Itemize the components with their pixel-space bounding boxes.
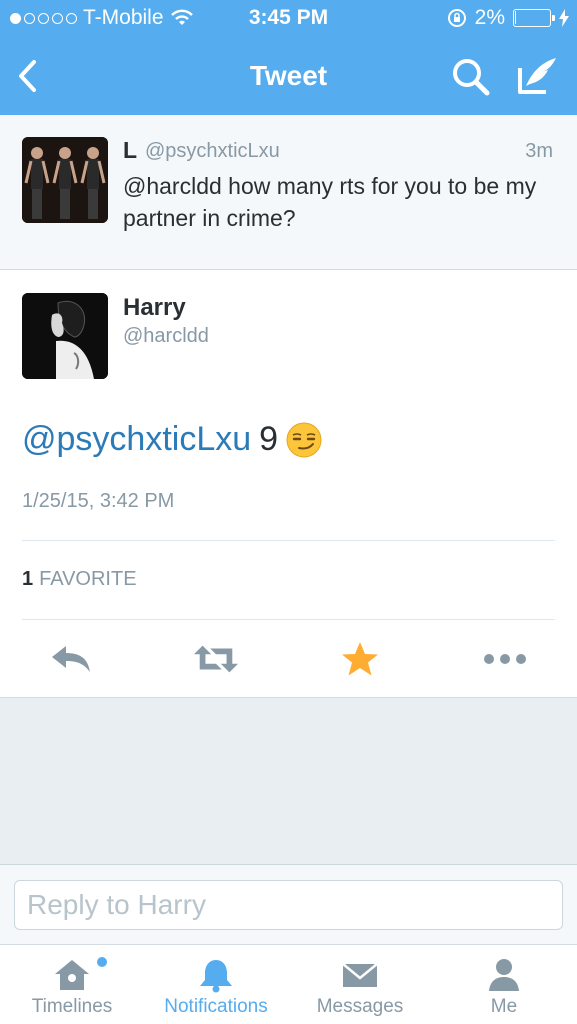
divider	[22, 540, 555, 541]
favorites-stat[interactable]: 1 FAVORITE	[22, 568, 137, 591]
favorites-label: FAVORITE	[39, 568, 137, 590]
more-button[interactable]	[482, 636, 528, 682]
author-name[interactable]: L	[123, 137, 137, 164]
reply-icon	[52, 646, 90, 672]
favorite-star-icon	[342, 642, 378, 676]
tab-label: Timelines	[31, 996, 113, 1017]
mention-link[interactable]: @psychxticLxu	[22, 420, 251, 459]
author-name[interactable]: Harry	[123, 294, 186, 322]
retweet-button[interactable]	[193, 636, 239, 682]
tweet-timestamp: 1/25/15, 3:42 PM	[22, 490, 175, 512]
tweet-text: @harcldd how many rts for you to be my p…	[123, 173, 537, 231]
favorites-count: 1	[22, 568, 34, 590]
tab-me[interactable]: Me	[432, 945, 576, 1024]
tab-timelines[interactable]: Timelines	[0, 945, 144, 1024]
reply-button[interactable]	[49, 636, 95, 682]
tab-label: Notifications	[164, 996, 268, 1017]
tab-notifications[interactable]: Notifications	[144, 945, 288, 1024]
person-icon	[489, 959, 519, 991]
search-icon[interactable]	[450, 56, 492, 98]
battery-percent: 2%	[474, 6, 505, 29]
tab-label: Messages	[316, 996, 404, 1017]
bell-icon	[200, 960, 232, 993]
charging-icon	[559, 9, 569, 27]
nav-bar: Tweet	[0, 38, 577, 115]
tab-bar: Timelines Notifications Messages Me	[0, 944, 577, 1024]
tab-label: Me	[490, 996, 518, 1017]
smirking-face-icon	[286, 422, 322, 457]
parent-tweet[interactable]: L @psychxticLxu 3m @harcldd how many rts…	[0, 115, 577, 270]
app-header: T-Mobile 3:45 PM 2% Tweet	[0, 0, 577, 115]
reply-input[interactable]	[14, 880, 563, 930]
tab-messages[interactable]: Messages	[288, 945, 432, 1024]
divider	[22, 619, 555, 620]
envelope-icon	[342, 963, 378, 987]
compose-icon[interactable]	[514, 54, 560, 98]
tweet-body: 9	[259, 420, 279, 458]
avatar[interactable]	[22, 137, 108, 223]
unread-dot	[97, 957, 107, 967]
battery-icon	[513, 9, 555, 27]
home-icon	[55, 960, 89, 990]
tweet-text: @psychxticLxu 9	[22, 420, 322, 459]
more-icon	[484, 654, 526, 664]
tweet-age: 3m	[525, 140, 553, 162]
avatar[interactable]	[22, 293, 108, 379]
reply-bar	[0, 864, 577, 944]
retweet-icon	[193, 645, 239, 673]
favorite-button[interactable]	[337, 636, 383, 682]
status-bar: T-Mobile 3:45 PM 2%	[0, 0, 577, 38]
author-handle[interactable]: @psychxticLxu	[145, 140, 280, 163]
rotation-lock-icon	[447, 9, 466, 27]
main-tweet: Harry @harcldd @psychxticLxu 9 1/25/15, …	[0, 270, 577, 698]
author-handle[interactable]: @harcldd	[123, 325, 209, 348]
